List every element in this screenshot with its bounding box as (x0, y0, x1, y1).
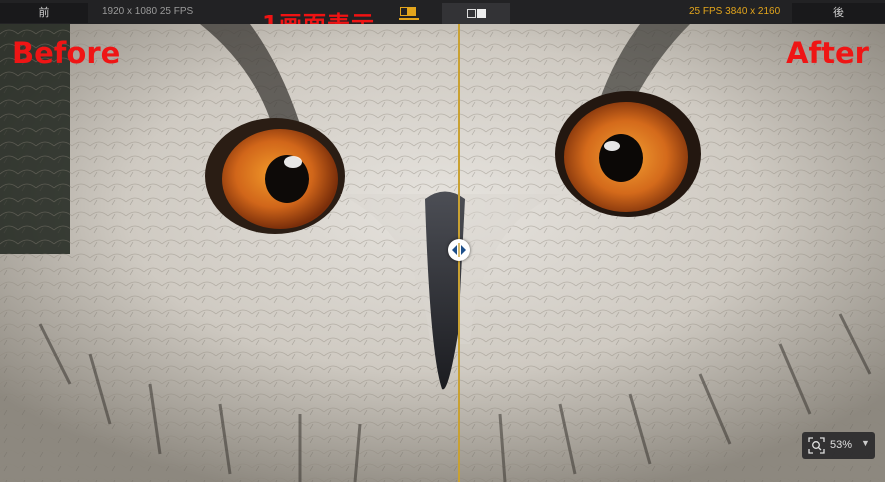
side-by-side-mode-button[interactable] (442, 3, 510, 24)
single-view-icon (407, 8, 415, 15)
before-video-info: 1920 x 1080 25 FPS (102, 6, 194, 17)
split-arrows-icon[interactable] (448, 239, 470, 261)
side-by-side-icon-right (477, 9, 486, 18)
side-by-side-icon-left (467, 9, 476, 18)
next-tab[interactable]: 後 (792, 3, 885, 23)
after-annotation-label: After (786, 36, 869, 70)
after-video-info: 25 FPS 3840 x 2160 (689, 6, 781, 17)
single-view-mode-button[interactable] (399, 7, 419, 20)
owl-photo (0, 24, 885, 482)
zoom-control[interactable]: 53% ▼ (802, 432, 875, 459)
zoom-level: 53% (830, 439, 853, 451)
active-mode-underline (399, 18, 419, 20)
comparison-viewer[interactable]: Before After 53% ▼ (0, 24, 885, 482)
viewer-toolbar: 前 1920 x 1080 25 FPS 25 FPS 3840 x 2160 … (0, 0, 885, 38)
zoom-fit-icon[interactable] (808, 437, 825, 454)
prev-tab[interactable]: 前 (0, 3, 88, 23)
chevron-down-icon[interactable]: ▼ (861, 438, 870, 448)
before-annotation-label: Before (12, 36, 121, 70)
